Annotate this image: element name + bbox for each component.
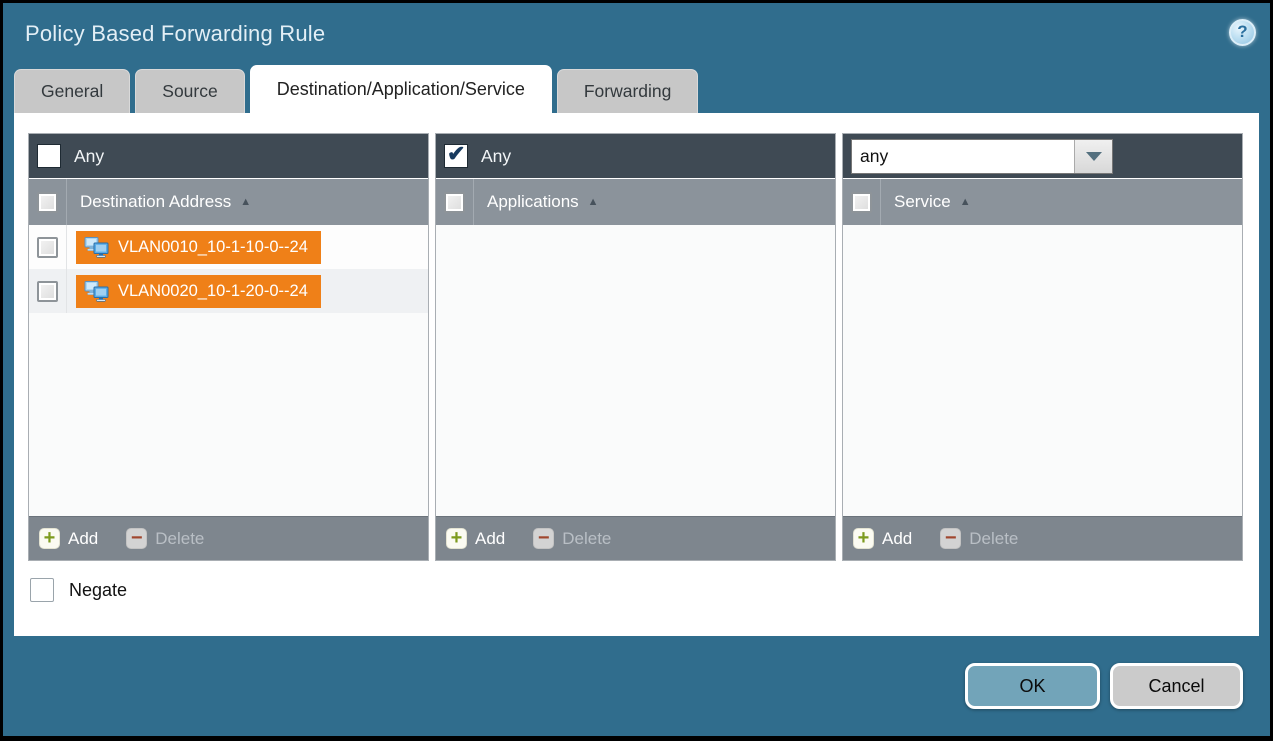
applications-footer-bar: Add Delete [436,516,835,560]
chevron-down-icon[interactable] [1074,140,1112,173]
add-icon [39,528,60,549]
applications-select-all-cell [436,179,474,225]
add-icon [853,528,874,549]
add-button[interactable]: Add [446,528,505,549]
cancel-button[interactable]: Cancel [1110,663,1243,709]
negate-row: Negate [28,578,1243,602]
delete-label: Delete [562,529,611,549]
columns-container: Any Destination Address [28,133,1243,561]
applications-column-header[interactable]: Applications [436,178,835,225]
table-row[interactable]: VLAN0010_10-1-10-0--24 [29,225,428,269]
applications-any-bar: Any [436,134,835,178]
applications-list [436,225,835,516]
delete-label: Delete [969,529,1018,549]
address-object-chip[interactable]: VLAN0020_10-1-20-0--24 [76,275,321,308]
destination-address-panel: Any Destination Address [28,133,429,561]
add-label: Add [68,529,98,549]
tab-bar: General Source Destination/Application/S… [3,65,1270,113]
applications-any-label: Any [481,146,511,167]
policy-based-forwarding-dialog: Policy Based Forwarding Rule General Sou… [0,0,1273,741]
destination-footer-bar: Add Delete [29,516,428,560]
row-checkbox[interactable] [37,237,58,258]
applications-any-checkbox[interactable] [444,144,468,168]
service-select-all-checkbox[interactable] [851,192,872,213]
service-select-all-cell [843,179,881,225]
applications-panel: Any Applications Add [435,133,836,561]
sort-asc-icon [588,196,599,208]
applications-select-all-checkbox[interactable] [444,192,465,213]
chevron-down-glyph [1086,152,1102,161]
dialog-footer: OK Cancel [3,636,1270,736]
destination-select-all-cell [29,179,67,225]
sort-asc-icon [240,196,251,208]
delete-button[interactable]: Delete [533,528,611,549]
applications-header-label: Applications [487,192,579,212]
help-icon[interactable] [1229,19,1256,46]
ok-button[interactable]: OK [965,663,1100,709]
delete-button[interactable]: Delete [126,528,204,549]
delete-label: Delete [155,529,204,549]
tab-general[interactable]: General [14,69,130,113]
delete-icon [533,528,554,549]
destination-any-label: Any [74,146,104,167]
add-button[interactable]: Add [853,528,912,549]
delete-icon [126,528,147,549]
address-object-chip[interactable]: VLAN0010_10-1-10-0--24 [76,231,321,264]
tab-destination-application-service[interactable]: Destination/Application/Service [250,65,552,113]
delete-icon [940,528,961,549]
tab-source[interactable]: Source [135,69,244,113]
sort-asc-icon [960,196,971,208]
network-address-icon [84,237,109,258]
row-checkbox[interactable] [37,281,58,302]
service-dropdown-value[interactable]: any [852,140,1074,173]
add-label: Add [882,529,912,549]
dialog-titlebar: Policy Based Forwarding Rule [3,3,1270,65]
delete-button[interactable]: Delete [940,528,1018,549]
row-checkbox-cell [29,269,67,313]
dialog-title: Policy Based Forwarding Rule [25,21,1229,47]
service-dropdown-bar: any [843,134,1242,178]
service-column-header[interactable]: Service [843,178,1242,225]
destination-header-label: Destination Address [80,192,231,212]
add-label: Add [475,529,505,549]
address-object-label: VLAN0020_10-1-20-0--24 [118,282,308,301]
tab-content: Any Destination Address [14,113,1259,636]
table-row[interactable]: VLAN0020_10-1-20-0--24 [29,269,428,313]
service-header-label: Service [894,192,951,212]
add-button[interactable]: Add [39,528,98,549]
row-checkbox-cell [29,225,67,269]
service-footer-bar: Add Delete [843,516,1242,560]
destination-address-column-header[interactable]: Destination Address [29,178,428,225]
destination-address-list: VLAN0010_10-1-10-0--24 [29,225,428,516]
address-object-label: VLAN0010_10-1-10-0--24 [118,238,308,257]
service-list [843,225,1242,516]
service-panel: any Service [842,133,1243,561]
service-dropdown[interactable]: any [851,139,1113,174]
network-address-icon [84,281,109,302]
negate-label: Negate [69,580,127,601]
tab-forwarding[interactable]: Forwarding [557,69,699,113]
destination-any-checkbox[interactable] [37,144,61,168]
negate-checkbox[interactable] [30,578,54,602]
add-icon [446,528,467,549]
destination-select-all-checkbox[interactable] [37,192,58,213]
destination-any-bar: Any [29,134,428,178]
